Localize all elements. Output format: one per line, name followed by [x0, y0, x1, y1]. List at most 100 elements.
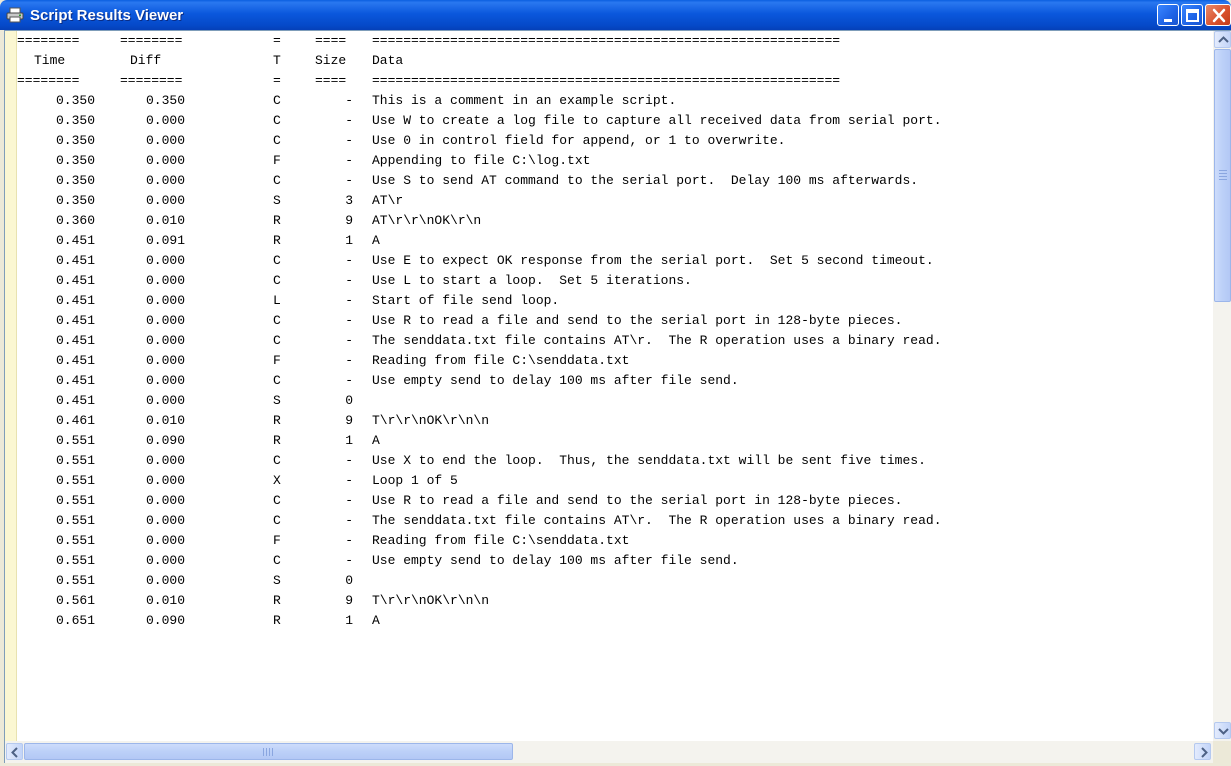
data-cell: Use empty send to delay 100 ms after fil… — [372, 373, 739, 388]
type-cell: R — [273, 413, 281, 428]
size-cell: - — [345, 453, 353, 468]
time-cell: 0.350 — [55, 153, 95, 168]
time-cell: 0.451 — [55, 253, 95, 268]
rule-size: ==== — [315, 33, 347, 48]
printer-window-icon[interactable] — [6, 7, 24, 23]
vertical-scroll-thumb[interactable] — [1214, 49, 1231, 302]
data-cell: A — [372, 233, 380, 248]
size-cell: - — [345, 173, 353, 188]
results-listing[interactable]: ======== ======== = ==== ===============… — [17, 31, 1213, 741]
maximize-button[interactable] — [1181, 4, 1203, 26]
size-cell: 9 — [345, 213, 353, 228]
diff-cell: 0.000 — [145, 533, 185, 548]
diff-cell: 0.000 — [145, 193, 185, 208]
size-cell: - — [345, 253, 353, 268]
column-headers: Time Diff T Size Data — [17, 51, 1213, 71]
vertical-scrollbar[interactable] — [1213, 31, 1231, 741]
size-cell: - — [345, 493, 353, 508]
time-cell: 0.350 — [55, 173, 95, 188]
rule-data: ========================================… — [372, 33, 841, 48]
diff-cell: 0.091 — [145, 233, 185, 248]
result-row: 0.551 0.000 X - Loop 1 of 5 — [17, 471, 1213, 491]
scrollbar-corner — [1213, 741, 1231, 763]
type-cell: C — [273, 253, 281, 268]
type-cell: L — [273, 293, 281, 308]
type-cell: C — [273, 373, 281, 388]
data-cell: T\r\r\nOK\r\n\n — [372, 413, 490, 428]
maximize-icon — [1186, 9, 1199, 22]
result-row: 0.451 0.000 L - Start of file send loop. — [17, 291, 1213, 311]
diff-cell: 0.000 — [145, 153, 185, 168]
data-cell: Use R to read a file and send to the ser… — [372, 493, 903, 508]
size-cell: - — [345, 273, 353, 288]
time-cell: 0.461 — [55, 413, 95, 428]
diff-cell: 0.000 — [145, 273, 185, 288]
diff-cell: 0.000 — [145, 173, 185, 188]
horizontal-scroll-thumb[interactable] — [24, 743, 513, 760]
chevron-down-icon — [1218, 728, 1229, 735]
result-row: 0.360 0.010 R 9 AT\r\r\nOK\r\n — [17, 211, 1213, 231]
diff-cell: 0.010 — [145, 593, 185, 608]
result-row: 0.451 0.000 C - Use L to start a loop. Set 5… — [17, 271, 1213, 291]
result-row: 0.350 0.000 C - Use S to send AT command to … — [17, 171, 1213, 191]
chevron-up-icon — [1218, 36, 1229, 43]
type-cell: X — [273, 473, 281, 488]
type-cell: C — [273, 313, 281, 328]
diff-cell: 0.000 — [145, 333, 185, 348]
result-row: 0.551 0.000 C - Use X to end the loop. Thus,… — [17, 451, 1213, 471]
size-cell: 9 — [345, 413, 353, 428]
type-cell: S — [273, 573, 281, 588]
size-cell: 9 — [345, 593, 353, 608]
result-row: 0.451 0.000 C - The senddata.txt file contai… — [17, 331, 1213, 351]
type-cell: C — [273, 453, 281, 468]
data-cell: Use S to send AT command to the serial p… — [372, 173, 919, 188]
scroll-down-button[interactable] — [1214, 722, 1231, 739]
size-cell: - — [345, 373, 353, 388]
rule-data: ========================================… — [372, 73, 841, 88]
column-header-data: Data — [372, 53, 404, 68]
size-cell: - — [345, 93, 353, 108]
time-cell: 0.551 — [55, 493, 95, 508]
size-cell: - — [345, 513, 353, 528]
result-row: 0.551 0.000 C - Use R to read a file and sen… — [17, 491, 1213, 511]
data-cell: AT\r — [372, 193, 404, 208]
script-results-window: Script Results Viewer ======== ======== … — [0, 0, 1231, 763]
diff-cell: 0.010 — [145, 413, 185, 428]
rule-size: ==== — [315, 73, 347, 88]
title-bar[interactable]: Script Results Viewer — [0, 0, 1231, 30]
diff-cell: 0.000 — [145, 493, 185, 508]
result-row: 0.350 0.350 C - This is a comment in an exam… — [17, 91, 1213, 111]
diff-cell: 0.010 — [145, 213, 185, 228]
diff-cell: 0.000 — [145, 453, 185, 468]
minimize-button[interactable] — [1157, 4, 1179, 26]
scroll-up-button[interactable] — [1214, 31, 1231, 48]
size-cell: 3 — [345, 193, 353, 208]
size-cell: - — [345, 293, 353, 308]
close-icon — [1212, 8, 1226, 23]
time-cell: 0.451 — [55, 393, 95, 408]
scroll-right-button[interactable] — [1194, 743, 1211, 760]
result-row: 0.551 0.000 C - The senddata.txt file contai… — [17, 511, 1213, 531]
type-cell: C — [273, 113, 281, 128]
chevron-right-icon — [1201, 747, 1208, 758]
result-row: 0.350 0.000 C - Use 0 in control field for a… — [17, 131, 1213, 151]
diff-cell: 0.000 — [145, 133, 185, 148]
horizontal-scrollbar[interactable] — [5, 741, 1213, 763]
diff-cell: 0.090 — [145, 433, 185, 448]
result-row: 0.350 0.000 C - Use W to create a log file t… — [17, 111, 1213, 131]
size-cell: 1 — [345, 613, 353, 628]
scroll-left-button[interactable] — [6, 743, 23, 760]
diff-cell: 0.000 — [145, 573, 185, 588]
data-cell: Use L to start a loop. Set 5 iterations. — [372, 273, 692, 288]
size-cell: 1 — [345, 233, 353, 248]
result-row: 0.451 0.091 R 1 A — [17, 231, 1213, 251]
type-cell: C — [273, 333, 281, 348]
close-button[interactable] — [1205, 4, 1231, 26]
column-header-diff: Diff — [130, 53, 162, 68]
type-cell: C — [273, 133, 281, 148]
type-cell: R — [273, 593, 281, 608]
type-cell: F — [273, 533, 281, 548]
data-cell: This is a comment in an example script. — [372, 93, 677, 108]
time-cell: 0.561 — [55, 593, 95, 608]
size-cell: - — [345, 353, 353, 368]
